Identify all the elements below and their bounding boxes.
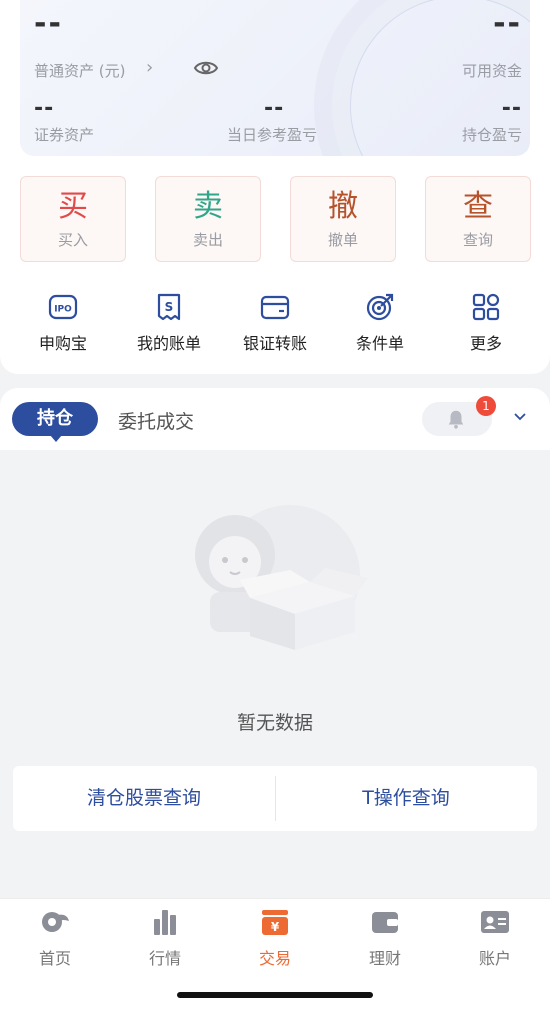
- nav-trade[interactable]: ¥ 交易: [220, 907, 330, 969]
- daily-pnl-value: --: [264, 96, 285, 121]
- nav-label: 理财: [368, 949, 401, 968]
- quick-action-conditional-order[interactable]: 条件单: [335, 292, 425, 354]
- t-operation-query-button[interactable]: T操作查询: [275, 766, 537, 831]
- cancel-order-button[interactable]: 撤 撤单: [290, 176, 396, 262]
- bill-icon: S: [157, 293, 181, 321]
- svg-text:S: S: [165, 300, 174, 314]
- query-button[interactable]: 查 查询: [425, 176, 531, 262]
- securities-value: --: [34, 96, 55, 121]
- securities-label: 证券资产: [34, 126, 95, 144]
- asset-card: -- -- 普通资产 (元) › 可用资金 -- -- -- 证券资产 当日参考…: [20, 0, 530, 156]
- quick-action-label: 银证转账: [242, 334, 307, 353]
- quick-action-more[interactable]: 更多: [441, 292, 531, 354]
- home-icon: [42, 912, 69, 932]
- wallet-icon: [260, 295, 290, 320]
- top-panel: -- -- 普通资产 (元) › 可用资金 -- -- -- 证券资产 当日参考…: [0, 0, 550, 374]
- cancel-order-glyph: 撤: [328, 189, 358, 224]
- trade-icon: ¥: [262, 910, 288, 935]
- svg-text:¥: ¥: [271, 920, 280, 934]
- sell-label: 卖出: [192, 231, 223, 249]
- quick-action-label: 我的账单: [136, 334, 201, 353]
- positions-tabs: 持仓 委托成交: [0, 388, 550, 450]
- buy-glyph: 买: [58, 189, 88, 224]
- query-label: 查询: [462, 231, 493, 249]
- nav-finance[interactable]: 理财: [330, 907, 440, 969]
- nav-label: 行情: [148, 949, 181, 968]
- eye-icon[interactable]: [193, 57, 219, 79]
- cancel-order-label: 撤单: [327, 231, 358, 249]
- finance-icon: [372, 912, 398, 933]
- quick-action-label: 条件单: [355, 334, 404, 353]
- bell-icon: [448, 410, 464, 429]
- query-glyph: 查: [463, 189, 493, 224]
- nav-label: 交易: [258, 949, 291, 968]
- quick-action-label: 申购宝: [38, 334, 87, 353]
- ipo-icon: IPO: [48, 294, 78, 320]
- quick-action-label: 更多: [469, 334, 502, 353]
- quick-action-ipo[interactable]: IPO 申购宝: [18, 292, 108, 354]
- svg-text:IPO: IPO: [54, 305, 72, 315]
- chevron-down-icon[interactable]: [512, 408, 528, 424]
- available-funds-label: 可用资金: [461, 62, 522, 80]
- chevron-right-icon[interactable]: ›: [146, 57, 153, 78]
- tab-holdings[interactable]: 持仓: [12, 402, 98, 442]
- account-icon: [481, 911, 509, 933]
- daily-pnl-label: 当日参考盈亏: [227, 126, 318, 144]
- empty-state-text: 暂无数据: [236, 712, 313, 734]
- target-icon: [366, 293, 394, 321]
- empty-state-illustration: [195, 505, 368, 650]
- sell-button[interactable]: 卖 卖出: [155, 176, 261, 262]
- sell-glyph: 卖: [193, 189, 223, 224]
- notification-badge: 1: [476, 396, 496, 416]
- grid-icon: [472, 293, 500, 321]
- nav-label: 首页: [38, 949, 71, 968]
- nav-home[interactable]: 首页: [0, 907, 110, 969]
- cleared-stocks-query-button[interactable]: 清仓股票查询: [13, 766, 275, 831]
- query-card: 清仓股票查询 T操作查询: [13, 766, 537, 831]
- available-funds-value: --: [493, 6, 522, 41]
- holding-pnl-value: --: [501, 96, 522, 121]
- buy-label: 买入: [57, 231, 88, 249]
- quick-action-bill[interactable]: S 我的账单: [124, 292, 214, 354]
- total-assets-label[interactable]: 普通资产 (元): [34, 60, 125, 81]
- total-assets-value: --: [34, 6, 63, 41]
- nav-market[interactable]: 行情: [110, 907, 220, 969]
- tab-orders-trades[interactable]: 委托成交: [118, 407, 194, 434]
- buy-button[interactable]: 买 买入: [20, 176, 126, 262]
- quick-action-transfer[interactable]: 银证转账: [230, 292, 320, 354]
- nav-label: 账户: [478, 949, 511, 968]
- chart-icon: [154, 910, 176, 935]
- home-indicator: [177, 992, 373, 998]
- nav-account[interactable]: 账户: [440, 907, 550, 969]
- holding-pnl-label: 持仓盈亏: [461, 126, 522, 144]
